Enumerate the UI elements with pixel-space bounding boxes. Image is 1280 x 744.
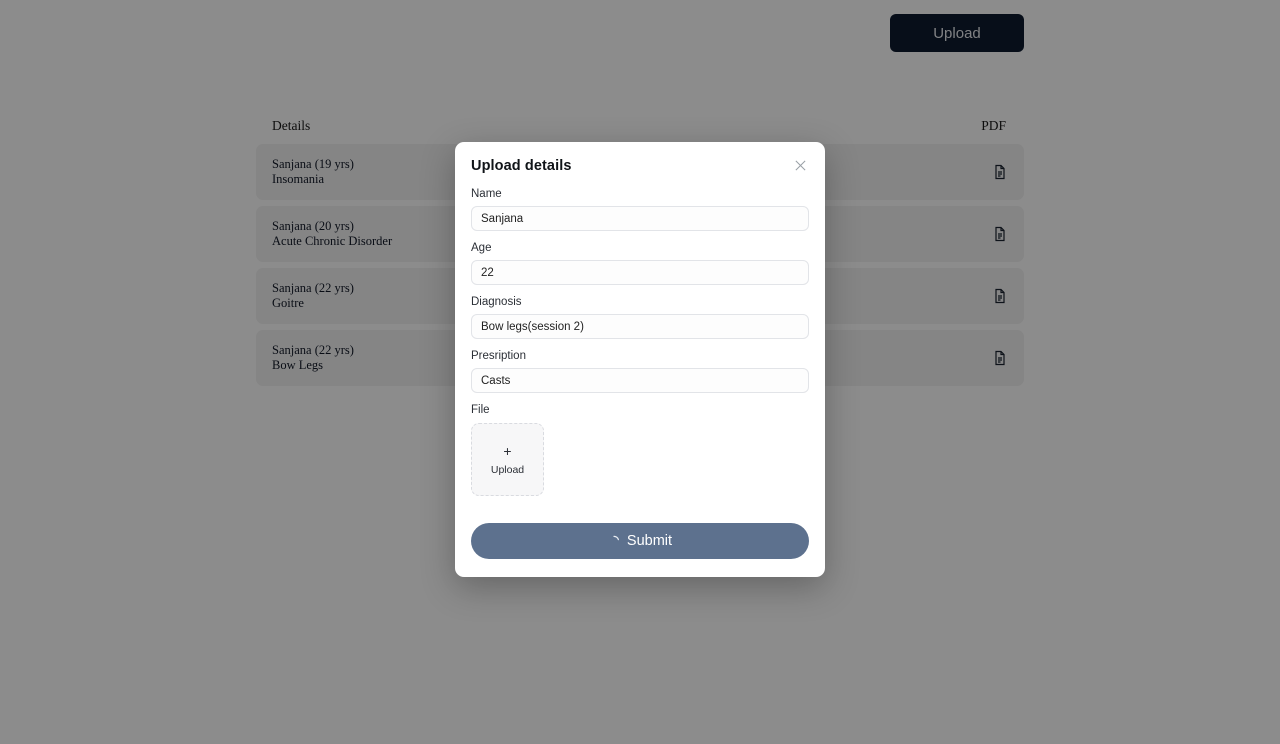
file-field-group: File + Upload xyxy=(471,404,809,496)
presription-label: Presription xyxy=(471,350,526,362)
file-label: File xyxy=(471,404,490,416)
presription-field-group: Presription xyxy=(471,350,809,393)
age-input[interactable] xyxy=(471,260,809,285)
name-label: Name xyxy=(471,188,502,200)
name-field-group: Name xyxy=(471,188,809,231)
close-icon[interactable] xyxy=(791,156,809,174)
dropzone-label: Upload xyxy=(490,463,525,476)
age-label: Age xyxy=(471,242,492,254)
submit-button[interactable]: Submit xyxy=(471,523,809,559)
loading-spinner-icon xyxy=(608,535,620,547)
submit-label: Submit xyxy=(626,533,673,549)
plus-icon: + xyxy=(503,442,512,459)
file-upload-dropzone[interactable]: + Upload xyxy=(471,423,544,496)
dialog-header: Upload details xyxy=(471,158,809,174)
presription-input[interactable] xyxy=(471,368,809,393)
dialog-title: Upload details xyxy=(471,158,572,174)
upload-details-dialog: Upload details Name Age Diagnosis Presri… xyxy=(455,142,825,577)
diagnosis-field-group: Diagnosis xyxy=(471,296,809,339)
age-field-group: Age xyxy=(471,242,809,285)
diagnosis-label: Diagnosis xyxy=(471,296,522,308)
name-input[interactable] xyxy=(471,206,809,231)
diagnosis-input[interactable] xyxy=(471,314,809,339)
